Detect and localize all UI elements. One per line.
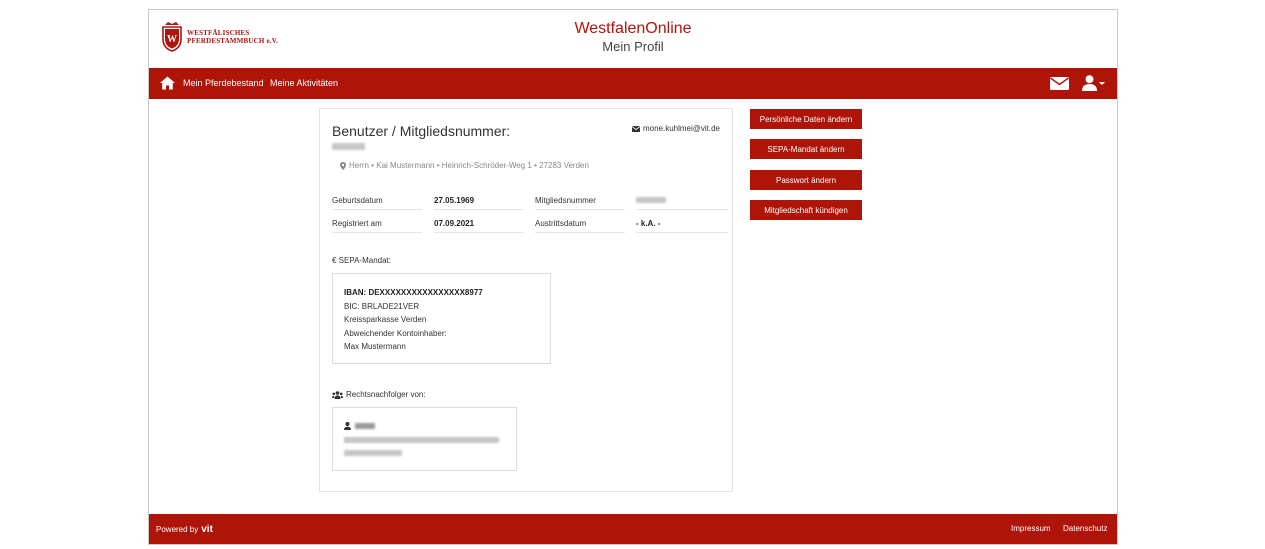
successor-name-redacted (355, 423, 375, 429)
birth-date-label: Geburtsdatum (332, 196, 383, 205)
exit-date-value: - k.A. - (636, 219, 661, 228)
edit-sepa-mandate-button[interactable]: SEPA-Mandat ändern (750, 139, 862, 159)
successor-section-title: Rechtsnachfolger von: (332, 390, 426, 399)
sepa-box: IBAN: DEXXXXXXXXXXXXXXXX8977 BIC: BRLADE… (332, 273, 551, 364)
registered-label: Registriert am (332, 219, 382, 228)
user-menu-icon[interactable] (1082, 75, 1097, 96)
envelope-icon (631, 125, 640, 132)
holder-label: Abweichender Kontoinhaber: (344, 328, 447, 338)
successor-city-redacted (344, 450, 402, 456)
profile-email[interactable]: mone.kuhlmei@vit.de (631, 124, 720, 133)
header: W WESTFÄLISCHES PFERDESTAMMBUCH e.V. Wes… (149, 10, 1117, 68)
footer: Powered by vit Impressum Datenschutz (149, 514, 1117, 544)
successor-address-redacted (344, 437, 499, 443)
profile-address: Herrn • Kai Mustermann • Heinrich-Schröd… (340, 161, 589, 170)
member-number-redacted (332, 143, 365, 150)
top-nav: Mein Pferdebestand Meine Aktivitäten (149, 68, 1117, 99)
vit-logo: vit (201, 524, 213, 535)
holder-name: Max Mustermann (344, 342, 406, 351)
successor-box (332, 407, 517, 471)
nav-item-aktivitaeten[interactable]: Meine Aktivitäten (270, 78, 338, 88)
address-text: Herrn • Kai Mustermann • Heinrich-Schröd… (349, 161, 589, 170)
registered-value: 07.09.2021 (434, 219, 475, 228)
page-title: Mein Profil (602, 39, 664, 54)
edit-personal-data-button[interactable]: Persönliche Daten ändern (750, 109, 862, 129)
profile-card: Benutzer / Mitgliedsnummer: mone.kuhlmei… (319, 108, 733, 492)
email-text: mone.kuhlmei@vit.de (642, 124, 720, 133)
datenschutz-link[interactable]: Datenschutz (1063, 524, 1107, 533)
exit-date-label: Austrittsdatum (535, 219, 587, 228)
sepa-section-title: € SEPA-Mandat: (332, 256, 391, 265)
app-frame: W WESTFÄLISCHES PFERDESTAMMBUCH e.V. Wes… (148, 9, 1118, 545)
profile-title: Benutzer / Mitgliedsnummer: (332, 123, 511, 139)
bank-name: Kreissparkasse Verden (344, 315, 427, 324)
member-number-label: Mitgliedsnummer (535, 196, 596, 205)
member-number-value-redacted (636, 197, 666, 203)
birth-date-value: 27.05.1969 (434, 196, 475, 205)
users-icon (332, 390, 343, 399)
bic: BIC: BRLADE21VER (344, 301, 420, 311)
iban: IBAN: DEXXXXXXXXXXXXXXXX8977 (344, 288, 483, 297)
impressum-link[interactable]: Impressum (1011, 524, 1051, 533)
mail-icon[interactable] (1050, 77, 1069, 95)
map-marker-icon (340, 161, 346, 170)
app-title: WestfalenOnline (574, 20, 692, 37)
powered-by[interactable]: Powered by vit (156, 524, 213, 535)
chevron-down-icon[interactable] (1099, 82, 1105, 85)
cancel-membership-button[interactable]: Mitgliedschaft kündigen (750, 200, 862, 220)
change-password-button[interactable]: Passwort ändern (750, 170, 862, 190)
user-icon (344, 422, 351, 430)
home-icon[interactable] (160, 76, 175, 95)
nav-item-pferdebestand[interactable]: Mein Pferdebestand (183, 78, 264, 88)
